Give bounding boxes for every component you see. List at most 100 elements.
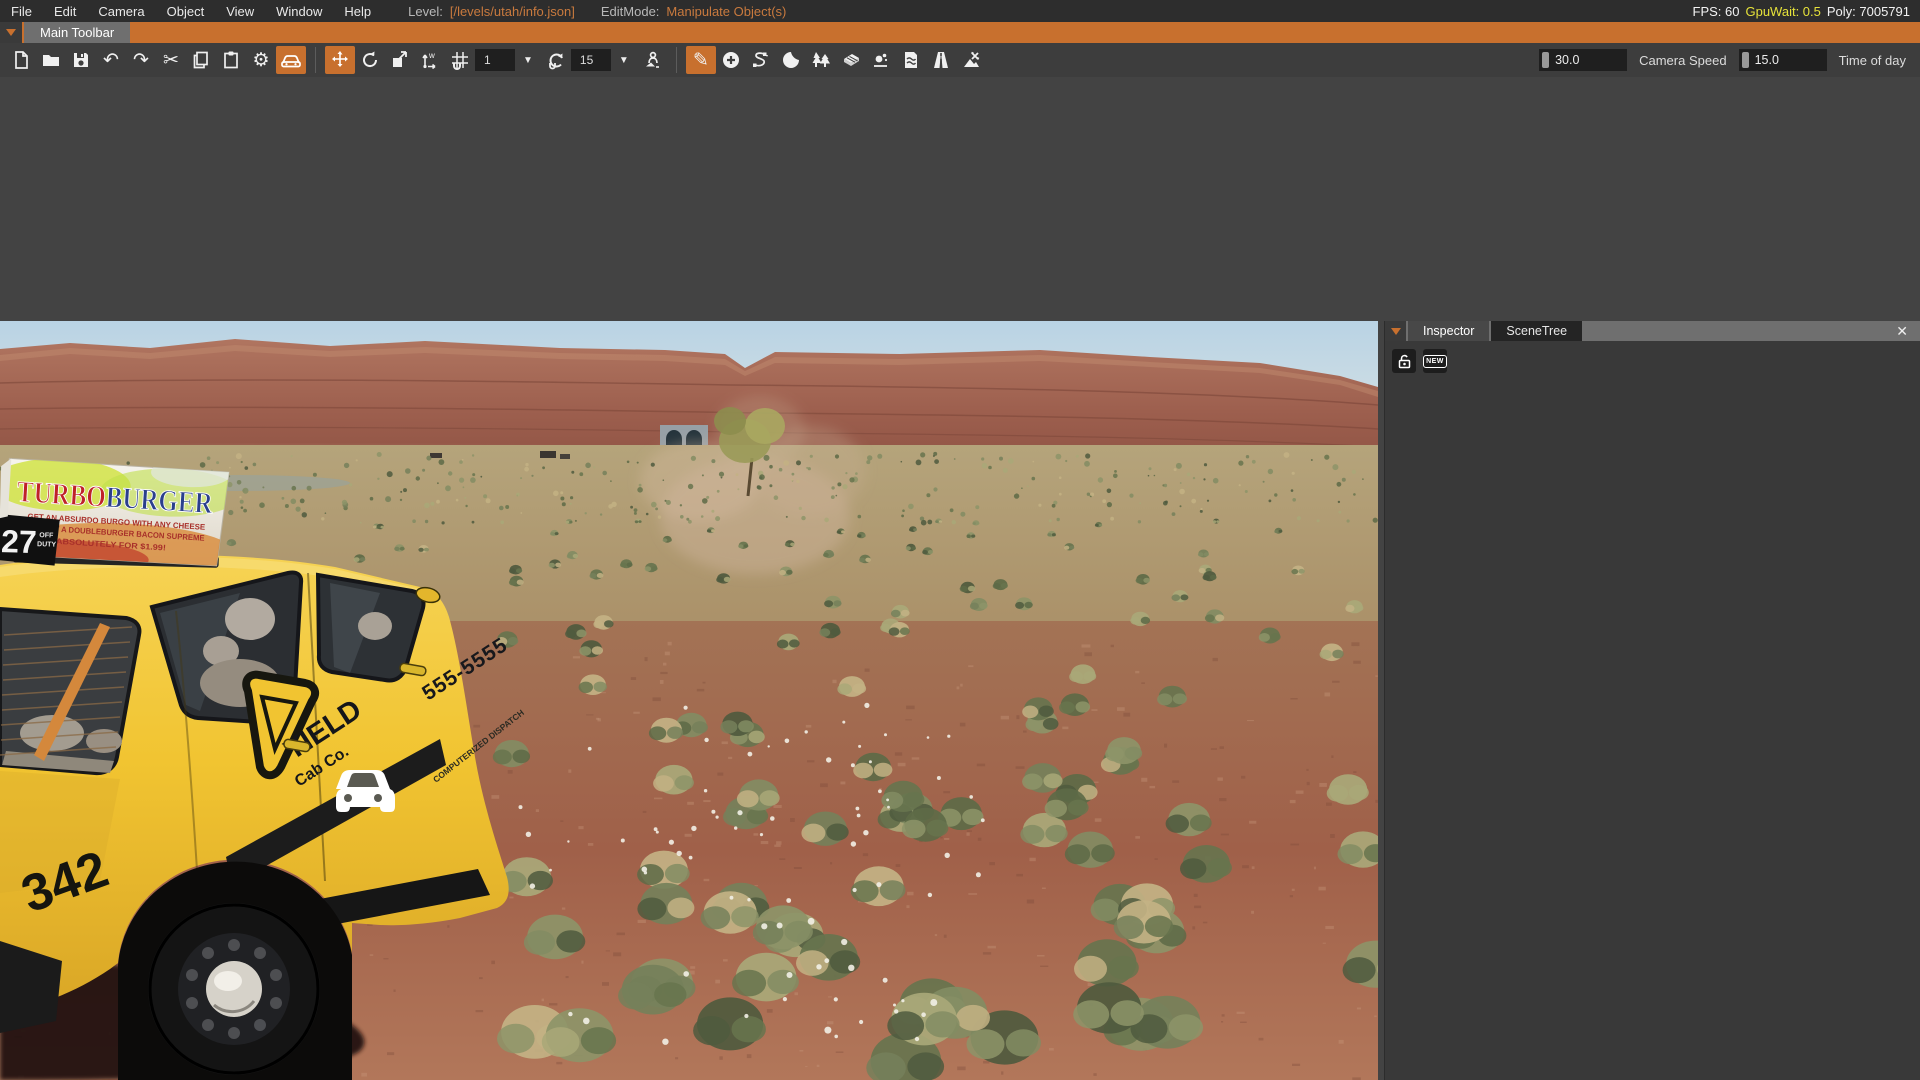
time-of-day-slider[interactable]: 15.0 [1739, 49, 1827, 71]
redo-icon: ↷ [133, 49, 149, 72]
rotate-snap-value[interactable]: 15 [571, 49, 611, 71]
tab-inspector[interactable]: Inspector [1408, 321, 1489, 341]
menu-camera[interactable]: Camera [87, 0, 155, 22]
panel-collapse-button[interactable] [1385, 321, 1406, 341]
undo-icon: ↶ [103, 49, 119, 72]
toolbar-tab-strip: Main Toolbar [0, 22, 1920, 43]
road-icon [931, 50, 951, 70]
gear-icon: ⚙ [252, 49, 269, 72]
particle-editor-button[interactable] [866, 46, 896, 74]
main-toolbar: ↶ ↷ ✂ ⚙ w 1 ▼ 15 ▼ ✎ [0, 43, 1920, 77]
terrain-tools-button[interactable] [956, 46, 986, 74]
unlock-icon [1397, 354, 1412, 369]
new-file-button[interactable] [6, 46, 36, 74]
trees-icon [810, 50, 832, 70]
rotate-snap-icon [546, 50, 566, 70]
inspector-panel: Inspector SceneTree ✕ NEW [1384, 321, 1920, 1080]
chevron-down-icon: ▼ [619, 55, 629, 66]
grid-snap-icon [450, 50, 470, 70]
redo-button[interactable]: ↷ [126, 46, 156, 74]
camera-controls: 30.0 Camera Speed 15.0 Time of day [1539, 49, 1920, 71]
snap-to-grid-button[interactable] [445, 46, 475, 74]
scale-tool-button[interactable] [385, 46, 415, 74]
object-editor-button[interactable]: ✎ [686, 46, 716, 74]
new-object-button[interactable]: NEW [1423, 349, 1447, 373]
undo-button[interactable]: ↶ [96, 46, 126, 74]
editmode-label: EditMode: [601, 4, 660, 19]
camera-speed-slider[interactable]: 30.0 [1539, 49, 1627, 71]
spline-path-icon [751, 50, 771, 70]
roof-plate-text2: DUTY [37, 541, 57, 549]
copy-button[interactable] [186, 46, 216, 74]
river-tool-button[interactable] [896, 46, 926, 74]
viewport-3d[interactable]: 342 YIELD Cab Co. 555-5555 COMPUTERIZED … [0, 321, 1378, 1080]
panel-close-button[interactable]: ✕ [1890, 321, 1914, 341]
roof-plate: 27 OFF DUTY [0, 514, 60, 566]
menu-edit[interactable]: Edit [43, 0, 87, 22]
cut-button[interactable]: ✂ [156, 46, 186, 74]
scissors-icon: ✂ [163, 49, 179, 72]
editor-settings-button[interactable]: ⚙ [246, 46, 276, 74]
menu-object[interactable]: Object [156, 0, 216, 22]
clipboard-icon [221, 50, 241, 70]
level-label: Level: [408, 4, 443, 19]
path-tool-button[interactable] [746, 46, 776, 74]
river-icon [901, 50, 921, 70]
save-icon [71, 50, 91, 70]
new-badge: NEW [1423, 355, 1447, 368]
grid-size-dropdown[interactable]: 1 ▼ [475, 49, 541, 71]
level-value[interactable]: [/levels/utah/info.json] [450, 4, 575, 19]
editmode-value[interactable]: Manipulate Object(s) [666, 4, 786, 19]
sculpt-tools-icon [961, 50, 981, 70]
translate-tool-button[interactable] [325, 46, 355, 74]
toolbar-collapse-button[interactable] [0, 22, 22, 43]
chevron-down-icon: ▼ [523, 55, 533, 66]
paste-button[interactable] [216, 46, 246, 74]
roof-plate-number: 27 [1, 523, 38, 560]
save-button[interactable] [66, 46, 96, 74]
scale-icon [390, 50, 410, 70]
terrain-editor-button[interactable] [776, 46, 806, 74]
rotate-snap-dropdown[interactable]: 15 ▼ [571, 49, 637, 71]
lock-inspector-button[interactable] [1392, 349, 1416, 373]
roof-ad-sign: TURBOBURGER GET AN ABSURDO BURGO WITH AN… [0, 453, 241, 580]
rotate-tool-button[interactable] [355, 46, 385, 74]
snap-rotate-button[interactable] [541, 46, 571, 74]
menu-file[interactable]: File [0, 0, 43, 22]
menu-window[interactable]: Window [265, 0, 333, 22]
time-of-day-label: Time of day [1839, 53, 1906, 68]
roof-plate-text1: OFF [39, 532, 54, 539]
inspector-panel-header: Inspector SceneTree ✕ [1385, 321, 1920, 341]
drop-to-ground-button[interactable] [637, 46, 667, 74]
toolbar-separator [315, 47, 316, 73]
mesh-road-button[interactable] [836, 46, 866, 74]
tab-main-toolbar[interactable]: Main Toolbar [24, 22, 130, 43]
menu-view[interactable]: View [215, 0, 265, 22]
grid-size-value[interactable]: 1 [475, 49, 515, 71]
gpuwait-stat: GpuWait: 0.5 [1745, 4, 1820, 19]
drop-to-ground-icon [642, 50, 662, 70]
tab-scenetree[interactable]: SceneTree [1491, 321, 1582, 341]
vehicle-tool-button[interactable] [276, 46, 306, 74]
slider-handle[interactable] [1542, 52, 1549, 68]
camera-speed-value[interactable]: 30.0 [1555, 53, 1579, 67]
menu-bar: File Edit Camera Object View Window Help… [0, 0, 1920, 22]
toolbar-separator [676, 47, 677, 73]
car-icon [280, 50, 302, 70]
mesh-road-icon [840, 50, 862, 70]
open-level-button[interactable] [36, 46, 66, 74]
decal-road-button[interactable] [926, 46, 956, 74]
copy-icon [191, 50, 211, 70]
forest-editor-button[interactable] [806, 46, 836, 74]
slider-handle[interactable] [1742, 52, 1749, 68]
time-of-day-value[interactable]: 15.0 [1755, 53, 1779, 67]
menu-help[interactable]: Help [333, 0, 382, 22]
create-object-button[interactable] [716, 46, 746, 74]
rotate-icon [360, 50, 380, 70]
ad-word-turbo: TURBO [16, 475, 107, 513]
add-circle-icon [721, 50, 741, 70]
terrain-sphere-icon [781, 50, 801, 70]
axis-space-icon: w [420, 50, 440, 70]
new-file-icon [11, 50, 31, 70]
transform-space-button[interactable]: w [415, 46, 445, 74]
